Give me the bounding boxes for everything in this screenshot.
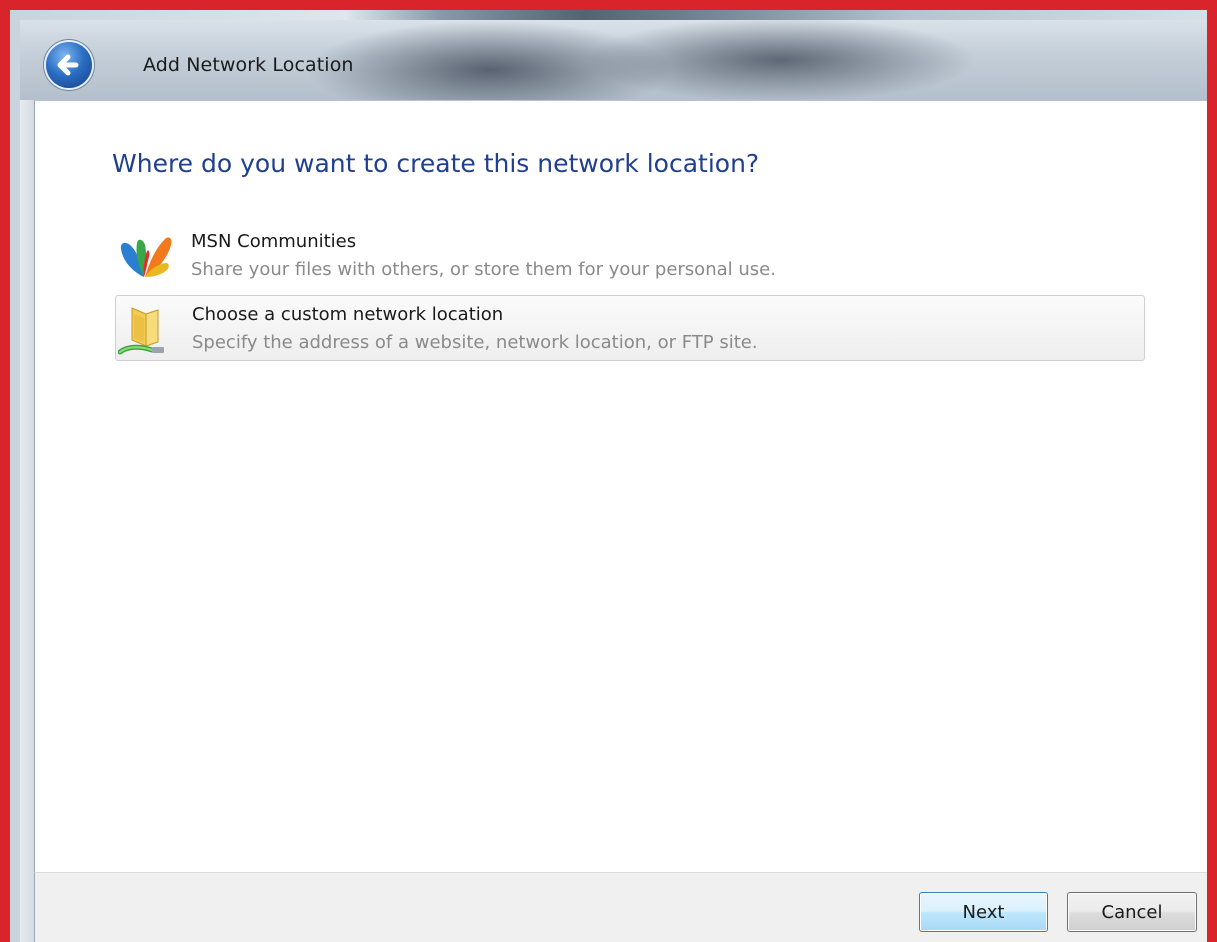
button-bar: Next Cancel: [34, 872, 1207, 942]
page-heading: Where do you want to create this network…: [112, 149, 760, 178]
option-label: MSN Communities: [191, 231, 357, 252]
network-folder-icon: [118, 307, 164, 355]
option-msn-communities[interactable]: MSN Communities Share your files with ot…: [115, 223, 1145, 289]
back-arrow-icon: [57, 54, 79, 76]
window-title: Add Network Location: [143, 54, 354, 76]
option-label: Choose a custom network location: [192, 304, 504, 325]
cancel-button[interactable]: Cancel: [1067, 892, 1197, 932]
frame-left-edge: [20, 100, 34, 942]
option-description: Specify the address of a website, networ…: [192, 332, 758, 353]
msn-butterfly-icon: [120, 237, 172, 277]
option-description: Share your files with others, or store t…: [191, 259, 776, 280]
option-custom-network-location[interactable]: Choose a custom network location Specify…: [115, 295, 1145, 361]
wizard-content: Where do you want to create this network…: [34, 100, 1207, 873]
back-button[interactable]: [46, 42, 92, 88]
dialog-window: Add Network Location Where do you want t…: [0, 0, 1217, 942]
next-button[interactable]: Next: [919, 892, 1048, 932]
title-bar: Add Network Location: [20, 20, 1207, 100]
